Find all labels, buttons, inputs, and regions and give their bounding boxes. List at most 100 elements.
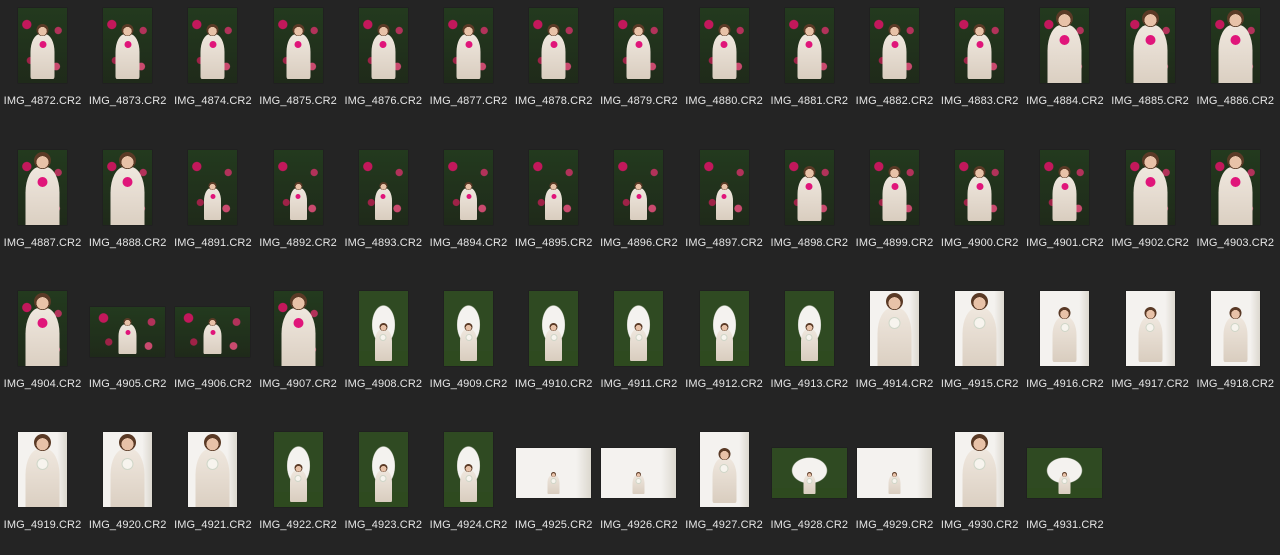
- file-thumbnail[interactable]: [103, 431, 153, 507]
- file-item[interactable]: IMG_4899.CR2: [852, 142, 937, 272]
- file-item[interactable]: IMG_4920.CR2: [85, 424, 170, 554]
- file-thumbnail[interactable]: [1040, 149, 1090, 225]
- file-item[interactable]: IMG_4919.CR2: [0, 424, 85, 554]
- file-item[interactable]: IMG_4901.CR2: [1022, 142, 1107, 272]
- file-item[interactable]: IMG_4915.CR2: [937, 283, 1022, 413]
- file-item[interactable]: IMG_4884.CR2: [1022, 0, 1107, 130]
- file-item[interactable]: IMG_4906.CR2: [170, 283, 255, 413]
- file-item[interactable]: IMG_4916.CR2: [1022, 283, 1107, 413]
- file-thumbnail[interactable]: [955, 7, 1005, 83]
- file-thumbnail[interactable]: [699, 431, 749, 507]
- file-item[interactable]: IMG_4921.CR2: [170, 424, 255, 554]
- file-thumbnail[interactable]: [1210, 290, 1260, 366]
- file-thumbnail[interactable]: [273, 149, 323, 225]
- file-thumbnail[interactable]: [18, 431, 67, 507]
- file-item[interactable]: IMG_4882.CR2: [852, 0, 937, 130]
- file-thumbnail[interactable]: [784, 290, 834, 366]
- file-thumbnail[interactable]: [444, 7, 493, 83]
- file-item[interactable]: IMG_4881.CR2: [767, 0, 852, 130]
- file-item[interactable]: IMG_4911.CR2: [596, 283, 681, 413]
- file-thumbnail[interactable]: [18, 290, 67, 366]
- file-thumbnail[interactable]: [358, 7, 408, 83]
- file-item[interactable]: IMG_4913.CR2: [767, 283, 852, 413]
- file-thumbnail[interactable]: [444, 290, 493, 366]
- file-item[interactable]: IMG_4891.CR2: [170, 142, 255, 272]
- file-thumbnail[interactable]: [601, 448, 677, 498]
- file-thumbnail[interactable]: [857, 448, 932, 498]
- file-item[interactable]: IMG_4928.CR2: [767, 424, 852, 554]
- file-thumbnail[interactable]: [188, 149, 238, 225]
- file-thumbnail[interactable]: [955, 431, 1005, 507]
- file-thumbnail[interactable]: [1125, 149, 1175, 225]
- file-thumbnail[interactable]: [529, 7, 579, 83]
- file-item[interactable]: IMG_4886.CR2: [1193, 0, 1278, 130]
- file-thumbnail[interactable]: [444, 149, 493, 225]
- file-thumbnail[interactable]: [103, 7, 153, 83]
- file-item[interactable]: IMG_4917.CR2: [1108, 283, 1193, 413]
- file-item[interactable]: IMG_4923.CR2: [341, 424, 426, 554]
- file-item[interactable]: IMG_4897.CR2: [682, 142, 767, 272]
- file-item[interactable]: IMG_4873.CR2: [85, 0, 170, 130]
- file-item[interactable]: IMG_4905.CR2: [85, 283, 170, 413]
- file-item[interactable]: IMG_4918.CR2: [1193, 283, 1278, 413]
- file-thumbnail[interactable]: [870, 7, 919, 83]
- file-thumbnail[interactable]: [1125, 290, 1175, 366]
- file-thumbnail[interactable]: [1027, 448, 1103, 498]
- file-item[interactable]: IMG_4908.CR2: [341, 283, 426, 413]
- file-thumbnail[interactable]: [614, 290, 664, 366]
- file-item[interactable]: IMG_4930.CR2: [937, 424, 1022, 554]
- file-item[interactable]: IMG_4893.CR2: [341, 142, 426, 272]
- file-thumbnail[interactable]: [273, 7, 323, 83]
- file-thumbnail[interactable]: [699, 290, 749, 366]
- file-thumbnail[interactable]: [1210, 7, 1260, 83]
- file-thumbnail[interactable]: [699, 149, 749, 225]
- file-thumbnail[interactable]: [358, 290, 408, 366]
- file-item[interactable]: IMG_4888.CR2: [85, 142, 170, 272]
- file-thumbnail[interactable]: [870, 290, 919, 366]
- file-item[interactable]: IMG_4876.CR2: [341, 0, 426, 130]
- file-thumbnail[interactable]: [784, 149, 834, 225]
- file-item[interactable]: IMG_4895.CR2: [511, 142, 596, 272]
- file-item[interactable]: IMG_4929.CR2: [852, 424, 937, 554]
- file-thumbnail[interactable]: [784, 7, 834, 83]
- file-thumbnail[interactable]: [18, 149, 67, 225]
- file-item[interactable]: IMG_4885.CR2: [1108, 0, 1193, 130]
- file-thumbnail[interactable]: [273, 431, 323, 507]
- file-item[interactable]: IMG_4924.CR2: [426, 424, 511, 554]
- file-item[interactable]: IMG_4909.CR2: [426, 283, 511, 413]
- file-thumbnail[interactable]: [529, 290, 579, 366]
- file-item[interactable]: IMG_4922.CR2: [256, 424, 341, 554]
- file-item[interactable]: IMG_4887.CR2: [0, 142, 85, 272]
- file-thumbnail[interactable]: [614, 7, 664, 83]
- file-thumbnail[interactable]: [699, 7, 749, 83]
- file-item[interactable]: IMG_4902.CR2: [1108, 142, 1193, 272]
- file-thumbnail[interactable]: [175, 307, 251, 357]
- file-thumbnail[interactable]: [516, 448, 592, 498]
- file-item[interactable]: IMG_4910.CR2: [511, 283, 596, 413]
- file-thumbnail[interactable]: [1040, 290, 1090, 366]
- file-thumbnail[interactable]: [358, 149, 408, 225]
- file-item[interactable]: IMG_4874.CR2: [170, 0, 255, 130]
- file-item[interactable]: IMG_4912.CR2: [682, 283, 767, 413]
- file-item[interactable]: IMG_4875.CR2: [256, 0, 341, 130]
- file-item[interactable]: IMG_4904.CR2: [0, 283, 85, 413]
- file-item[interactable]: IMG_4872.CR2: [0, 0, 85, 130]
- file-item[interactable]: IMG_4880.CR2: [682, 0, 767, 130]
- file-thumbnail[interactable]: [188, 431, 238, 507]
- file-thumbnail[interactable]: [1040, 7, 1090, 83]
- file-item[interactable]: IMG_4903.CR2: [1193, 142, 1278, 272]
- file-item[interactable]: IMG_4907.CR2: [256, 283, 341, 413]
- file-item[interactable]: IMG_4879.CR2: [596, 0, 681, 130]
- file-thumbnail[interactable]: [103, 149, 153, 225]
- file-item[interactable]: IMG_4898.CR2: [767, 142, 852, 272]
- file-item[interactable]: IMG_4892.CR2: [256, 142, 341, 272]
- file-item[interactable]: IMG_4925.CR2: [511, 424, 596, 554]
- file-item[interactable]: IMG_4914.CR2: [852, 283, 937, 413]
- file-thumbnail[interactable]: [1125, 7, 1175, 83]
- file-thumbnail[interactable]: [18, 7, 67, 83]
- file-item[interactable]: IMG_4877.CR2: [426, 0, 511, 130]
- file-item[interactable]: IMG_4927.CR2: [682, 424, 767, 554]
- file-item[interactable]: IMG_4883.CR2: [937, 0, 1022, 130]
- file-thumbnail[interactable]: [358, 431, 408, 507]
- file-thumbnail[interactable]: [955, 290, 1005, 366]
